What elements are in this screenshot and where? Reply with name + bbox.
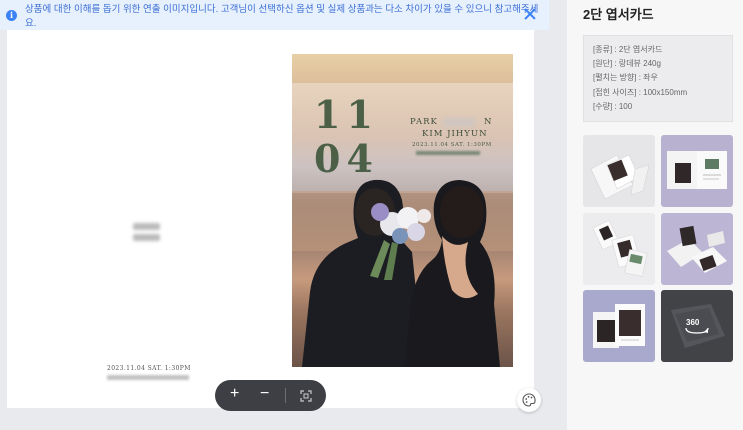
palette-icon xyxy=(522,393,536,407)
thumbnail-image xyxy=(592,219,648,277)
toolbar-divider xyxy=(285,388,286,403)
palette-button[interactable] xyxy=(517,388,541,412)
zoom-in-button[interactable]: + xyxy=(230,385,239,403)
groom-name-blurred xyxy=(443,118,475,127)
info-icon: i xyxy=(6,9,17,21)
thumbnail-image xyxy=(593,304,645,348)
thumbnail-image xyxy=(667,151,727,189)
preview-area: i 상품에 대한 이해를 돕기 위한 연출 이미지입니다. 고객님이 선택하신 … xyxy=(0,0,567,430)
thumbnail-4[interactable] xyxy=(661,213,733,285)
spec-quantity: [수량] : 100 xyxy=(593,101,633,111)
blurred-line xyxy=(133,223,160,230)
spec-size: [접힌 사이즈] : 100x150mm xyxy=(593,87,688,97)
thumbnail-1[interactable] xyxy=(583,135,655,207)
left-page-venue-blurred xyxy=(107,375,189,380)
left-page-blurred-names xyxy=(133,223,160,245)
groom-name-initial: N xyxy=(484,117,493,127)
close-icon[interactable] xyxy=(523,7,537,21)
notice-banner: i 상품에 대한 이해를 돕기 위한 연출 이미지입니다. 고객님이 선택하신 … xyxy=(0,0,549,30)
date-number-day: 04 xyxy=(314,136,379,181)
photo-date: 2023.11.04 SAT. 1:30PM xyxy=(412,142,492,148)
thumbnail-5[interactable] xyxy=(583,290,655,362)
zoom-toolbar: + − xyxy=(215,380,326,411)
product-panel: 2단 엽서카드 [종류] : 2단 엽서카드 [원단] : 랑데뷰 240g [… xyxy=(567,0,743,430)
thumbnail-360-label: 360 xyxy=(686,318,700,327)
notice-text: 상품에 대한 이해를 돕기 위한 연출 이미지입니다. 고객님이 선택하신 옵션… xyxy=(24,4,539,29)
card-photo: 11 04 PARK N KIM JIHYUN 2023.11.04 SAT. … xyxy=(292,54,513,367)
thumbnail-image xyxy=(667,225,727,273)
thumbnail-360[interactable]: 360 xyxy=(661,290,733,362)
spec-type: [종류] : 2단 엽서카드 xyxy=(593,45,663,54)
thumbnail-2[interactable] xyxy=(661,135,733,207)
date-number-month: 11 xyxy=(314,92,379,137)
blurred-line xyxy=(133,234,160,241)
zoom-out-button[interactable]: − xyxy=(260,385,269,403)
spec-paper: [원단] : 랑데뷰 240g xyxy=(593,59,661,69)
photo-venue-blurred xyxy=(416,151,480,155)
fit-screen-icon[interactable] xyxy=(300,390,312,402)
spec-direction: [펼치는 방향] : 좌우 xyxy=(593,73,658,83)
thumbnail-image xyxy=(590,154,650,200)
thumbnail-3[interactable] xyxy=(583,213,655,285)
bride-name: KIM JIHYUN xyxy=(422,129,488,139)
groom-name: PARK xyxy=(410,117,438,127)
spec-box: [종류] : 2단 엽서카드 [원단] : 랑데뷰 240g [펼치는 방향] … xyxy=(583,35,733,122)
left-page-date: 2023.11.04 SAT. 1:30PM xyxy=(107,365,191,372)
product-title: 2단 엽서카드 xyxy=(583,7,654,22)
